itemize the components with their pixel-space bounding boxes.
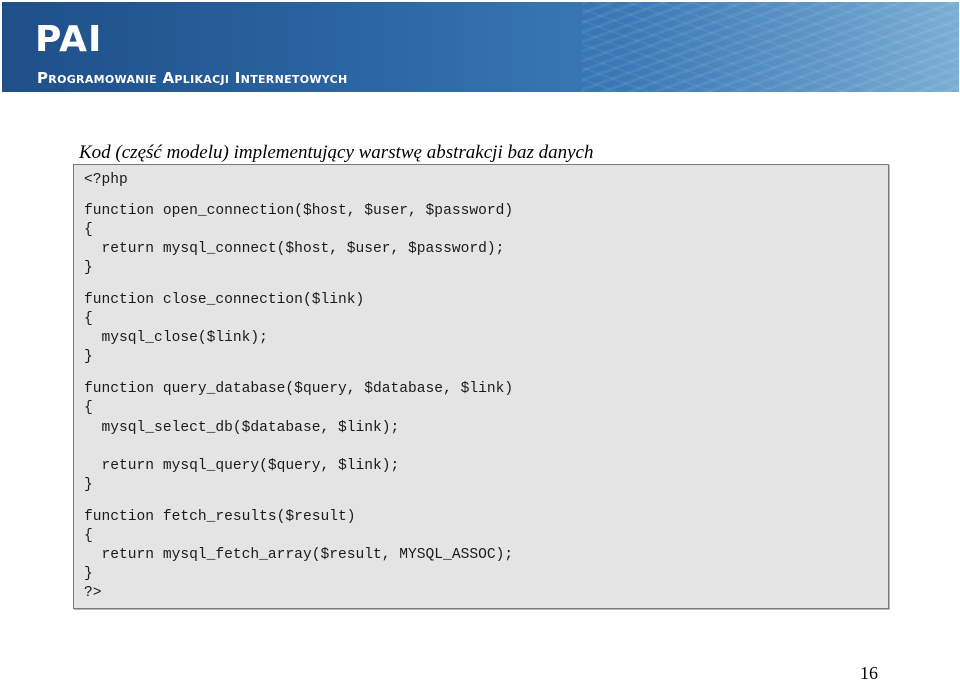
header-subtitle: Programowanie Aplikacji Internetowych (37, 69, 348, 87)
code-line: return mysql_connect($host, $user, $pass… (84, 241, 505, 257)
code-line: { (84, 400, 93, 416)
slide-header-banner: PAI Programowanie Aplikacji Internetowyc… (2, 2, 959, 92)
code-line: } (84, 260, 93, 276)
page-number: 16 (860, 663, 878, 683)
code-line: <?php (84, 172, 128, 188)
code-line: } (84, 477, 93, 493)
code-line: { (84, 528, 93, 544)
brand-logo-text: PAI (35, 19, 103, 60)
code-line: function query_database($query, $databas… (84, 381, 514, 397)
code-line: return mysql_query($query, $link); (84, 458, 400, 474)
code-line: ?> (84, 585, 102, 601)
code-line: mysql_close($link); (84, 330, 268, 346)
code-line: } (84, 566, 93, 582)
code-line: { (84, 222, 93, 238)
code-line: function open_connection($host, $user, $… (84, 203, 514, 219)
code-line: { (84, 311, 93, 327)
code-line: function close_connection($link) (84, 292, 365, 308)
code-line: mysql_select_db($database, $link); (84, 420, 400, 436)
slide-caption: Kod (część modelu) implementujący warstw… (79, 142, 594, 163)
code-listing: <?php function open_connection($host, $u… (73, 164, 889, 609)
code-line: function fetch_results($result) (84, 509, 356, 525)
code-line: } (84, 349, 93, 365)
code-line: return mysql_fetch_array($result, MYSQL_… (84, 547, 514, 563)
